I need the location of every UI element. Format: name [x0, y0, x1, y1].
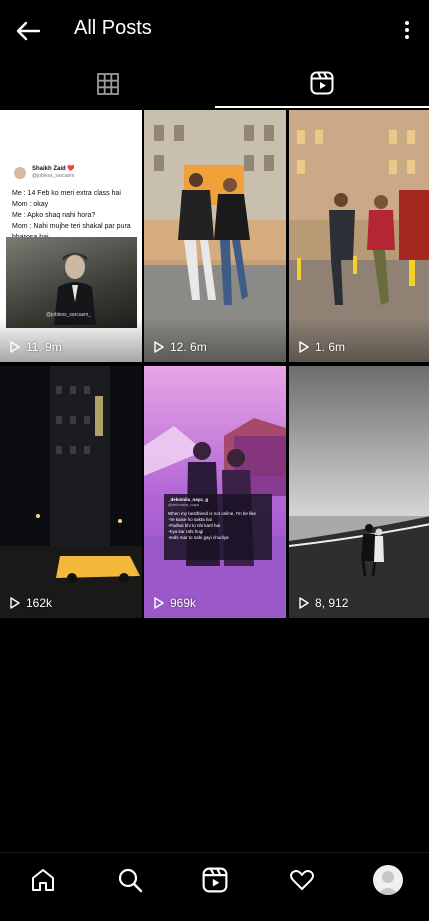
view-count: 8, 912 — [298, 596, 348, 610]
reel-thumbnail — [289, 366, 429, 618]
text-overlay: _dekomila_naya_g @dekomila_naya When my … — [168, 497, 268, 541]
more-options-icon[interactable] — [403, 18, 411, 42]
play-icon — [10, 597, 20, 609]
page-title: All Posts — [74, 17, 152, 39]
grid-icon — [96, 73, 119, 95]
search-icon — [118, 868, 143, 893]
overlay-subhandle: @dekomila_naya — [168, 502, 199, 507]
reel-tile[interactable]: 12. 6m — [144, 110, 286, 362]
reel-tile[interactable]: 1. 6m — [289, 110, 429, 362]
reel-tile[interactable]: 162k — [0, 366, 142, 618]
view-count: 1. 6m — [298, 340, 345, 354]
nav-home[interactable] — [28, 865, 58, 895]
tweet-author-name: Shaikh Zaid ❤️ — [32, 166, 75, 172]
view-count: 969k — [153, 596, 196, 610]
view-count: 162k — [9, 596, 52, 610]
reel-tile[interactable]: 8, 912 — [289, 366, 429, 618]
view-count-label: 1. 6m — [315, 340, 346, 354]
reel-tile[interactable]: Shaikh Zaid ❤️ @jobless_sarcasm Me : 14 … — [0, 110, 142, 362]
view-count-label: 11. 9m — [26, 340, 62, 354]
play-icon — [299, 597, 309, 609]
reels-icon — [310, 71, 334, 95]
reel-tile[interactable]: _dekomila_naya_g @dekomila_naya When my … — [144, 366, 286, 618]
nav-profile[interactable] — [373, 865, 403, 895]
heart-icon — [290, 870, 314, 890]
view-count: 11. 9m — [9, 340, 62, 354]
view-count-label: 8, 912 — [315, 596, 349, 610]
nav-reels[interactable] — [200, 865, 230, 895]
view-count: 12. 6m — [153, 340, 207, 354]
profile-avatar — [373, 865, 403, 895]
view-count-label: 969k — [170, 596, 197, 610]
reel-thumbnail — [144, 366, 286, 618]
play-icon — [299, 341, 309, 353]
view-count-label: 12. 6m — [170, 340, 207, 354]
tweet-text: Me : 14 Feb ko meri extra class hai Mom … — [12, 190, 131, 241]
tweet-header: Shaikh Zaid ❤️ @jobless_sarcasm — [14, 166, 75, 179]
reel-thumbnail — [0, 366, 142, 618]
back-arrow-icon[interactable] — [14, 16, 44, 46]
home-icon — [32, 869, 54, 891]
bottom-nav — [0, 852, 429, 921]
tab-reels[interactable] — [215, 60, 429, 108]
avatar — [14, 166, 26, 179]
reels-icon — [202, 867, 228, 893]
tweet-image: @jobless_sarcasm_ — [6, 237, 137, 328]
play-icon — [154, 341, 164, 353]
play-icon — [10, 341, 20, 353]
view-count-label: 162k — [26, 596, 53, 610]
nav-search[interactable] — [115, 865, 145, 895]
overlay-text: When my bestfriend is not online, I'm be… — [168, 511, 256, 540]
nav-activity[interactable] — [287, 865, 317, 895]
tweet-handle: @jobless_sarcasm — [32, 173, 75, 179]
tab-grid[interactable] — [0, 60, 215, 108]
content-tabs — [0, 60, 429, 108]
play-icon — [154, 597, 164, 609]
top-bar: All Posts — [0, 0, 429, 60]
